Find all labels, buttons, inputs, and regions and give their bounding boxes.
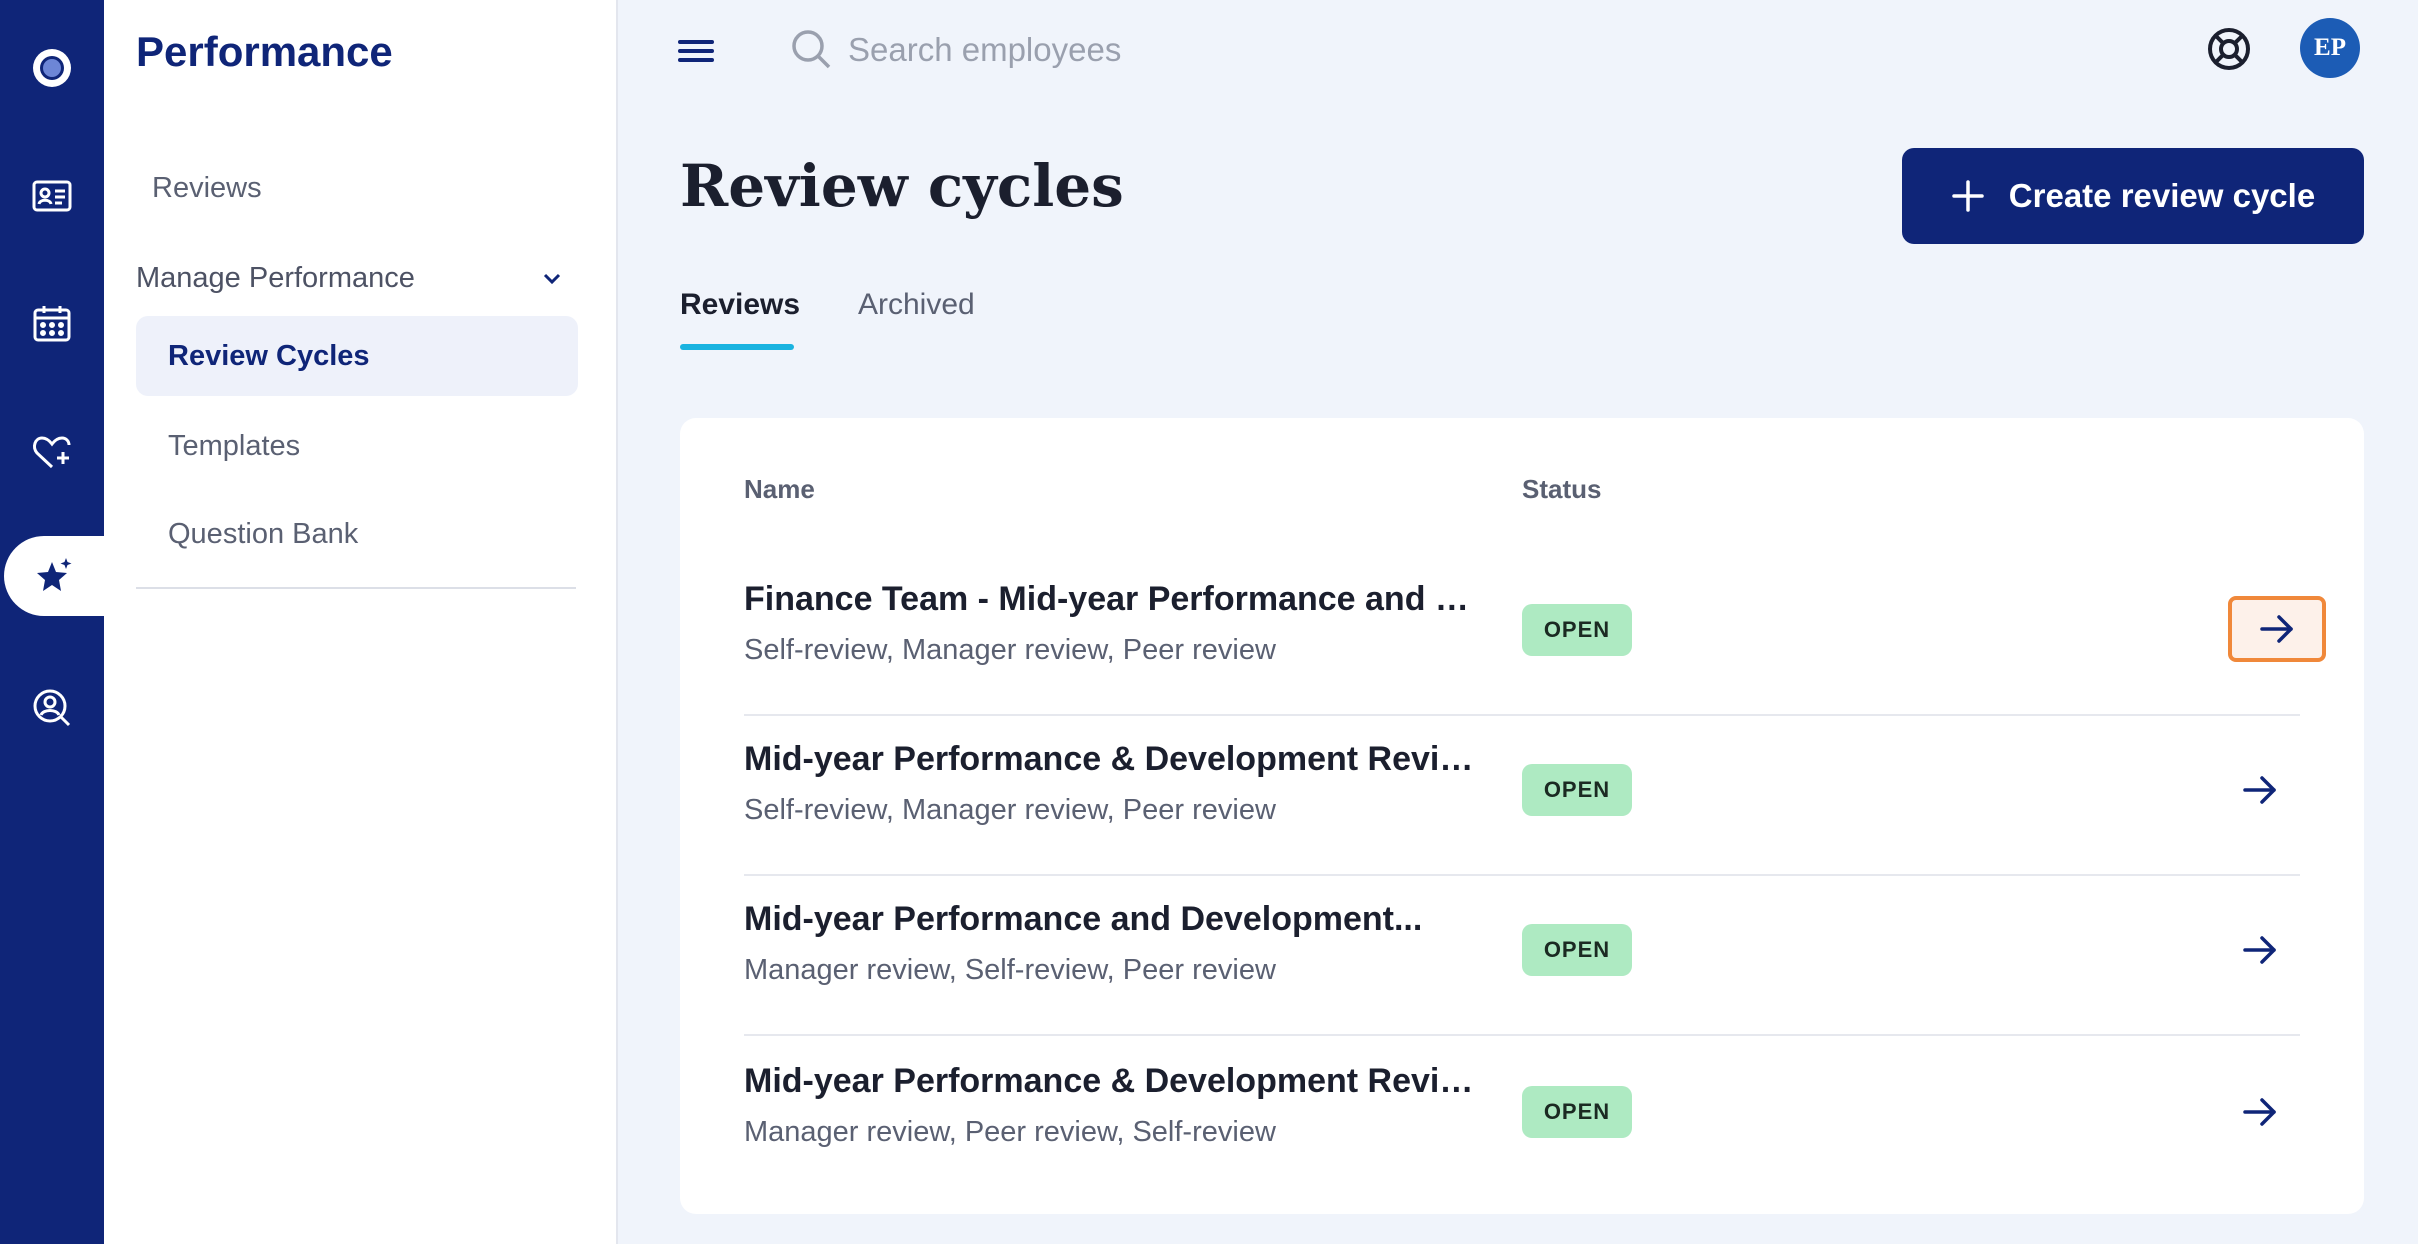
menu-icon[interactable] <box>676 34 716 68</box>
arrow-right-icon <box>2243 776 2276 804</box>
create-button-label: Create review cycle <box>2008 177 2316 214</box>
column-header-status: Status <box>1522 474 1602 504</box>
arrow-right-icon <box>2243 936 2276 964</box>
table-row[interactable]: Mid-year Performance & Development Revie… <box>744 1038 2300 1198</box>
user-avatar[interactable]: EP <box>2300 18 2360 78</box>
icon-rail <box>0 0 104 1244</box>
review-cycle-name: Mid-year Performance and Development... <box>744 900 1423 938</box>
plus-icon <box>1952 180 1984 212</box>
search-input[interactable] <box>848 22 1548 78</box>
sidebar-item-review-cycles[interactable]: Review Cycles <box>136 316 578 396</box>
review-cycle-name: Mid-year Performance & Development Revie… <box>744 1062 1484 1100</box>
open-review-cycle-button[interactable] <box>2228 758 2292 822</box>
table-row[interactable]: Finance Team - Mid-year Performance and … <box>744 556 2326 716</box>
sidebar-item-templates[interactable]: Templates <box>168 430 300 463</box>
performance-sidebar: Performance Reviews Manage Performance R… <box>104 0 618 1244</box>
tab-archived[interactable]: Archived <box>858 288 975 322</box>
arrow-right-icon <box>2243 1098 2276 1126</box>
table-row[interactable]: Mid-year Performance & Development Revie… <box>744 716 2300 876</box>
status-badge: OPEN <box>1522 764 1632 816</box>
open-review-cycle-button[interactable] <box>2228 1080 2292 1144</box>
column-header-name: Name <box>744 474 815 504</box>
sidebar-item-reviews[interactable]: Reviews <box>152 172 262 205</box>
user-search-icon[interactable] <box>0 668 104 748</box>
review-types: Self-review, Manager review, Peer review <box>744 634 1276 666</box>
status-badge: OPEN <box>1522 604 1632 656</box>
sidebar-divider <box>136 587 576 589</box>
status-badge: OPEN <box>1522 1086 1632 1138</box>
chevron-down-icon <box>543 273 561 285</box>
arrow-right-icon <box>2260 615 2293 643</box>
sidebar-section-manage-performance[interactable]: Manage Performance <box>136 258 582 298</box>
tab-reviews[interactable]: Reviews <box>680 288 800 322</box>
search-icon <box>792 30 831 69</box>
review-cycle-name: Mid-year Performance & Development Revie… <box>744 740 1484 778</box>
create-review-cycle-button[interactable]: Create review cycle <box>1902 148 2364 244</box>
page-title: Review cycles <box>680 152 1124 220</box>
sidebar-item-question-bank[interactable]: Question Bank <box>168 518 358 551</box>
active-tab-indicator <box>680 344 794 350</box>
calendar-icon[interactable] <box>0 284 104 364</box>
review-types: Manager review, Peer review, Self-review <box>744 1116 1276 1148</box>
lifebuoy-help-icon[interactable] <box>2206 26 2252 72</box>
sidebar-title: Performance <box>136 28 393 75</box>
sidebar-section-label: Manage Performance <box>136 261 415 294</box>
review-types: Self-review, Manager review, Peer review <box>744 794 1276 826</box>
status-badge: OPEN <box>1522 924 1632 976</box>
review-cycle-name: Finance Team - Mid-year Performance and … <box>744 580 1484 618</box>
id-card-icon[interactable] <box>0 156 104 236</box>
open-review-cycle-button[interactable] <box>2228 596 2326 662</box>
open-review-cycle-button[interactable] <box>2228 918 2292 982</box>
logo-icon[interactable] <box>0 28 104 108</box>
row-divider <box>744 1034 2300 1036</box>
review-types: Manager review, Self-review, Peer review <box>744 954 1276 986</box>
heart-plus-icon[interactable] <box>0 412 104 492</box>
table-row[interactable]: Mid-year Performance and Development... … <box>744 876 2300 1036</box>
star-sparkle-icon[interactable] <box>4 536 104 616</box>
